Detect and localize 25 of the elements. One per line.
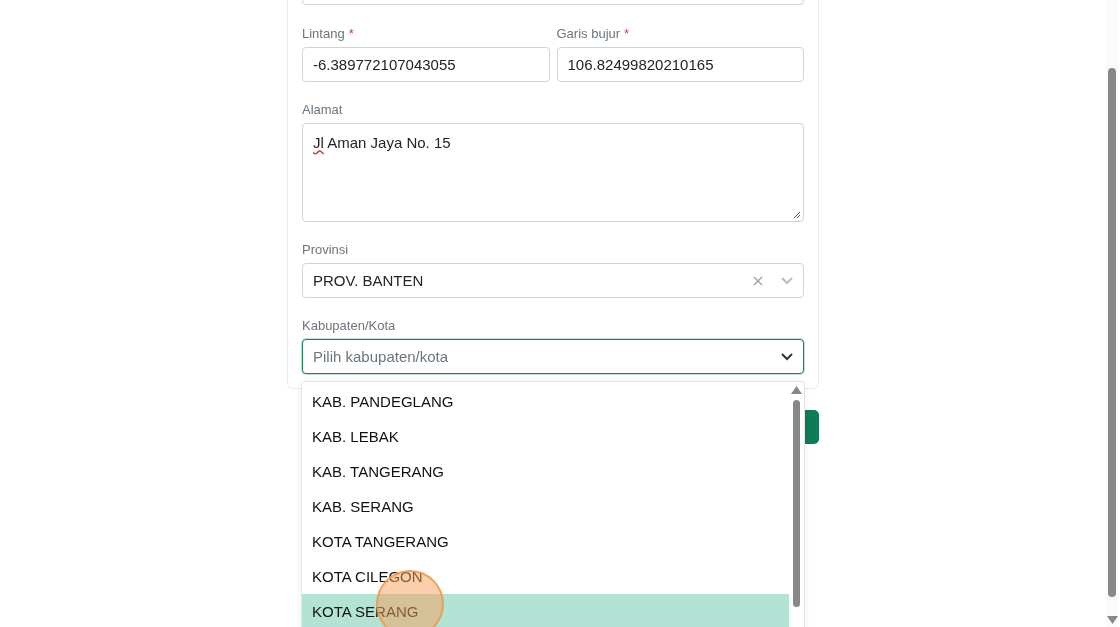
select-field[interactable]: Pilih kabupaten/kota [302, 339, 804, 374]
resize-handle-icon[interactable] [793, 211, 801, 219]
required-mark: * [624, 26, 630, 41]
dropdown-option[interactable]: KAB. LEBAK [302, 419, 789, 454]
page-scrollbar[interactable] [1106, 0, 1118, 627]
dropdown-option[interactable]: KAB. SERANG [302, 489, 789, 524]
required-mark: * [348, 26, 354, 41]
dropdown-option[interactable]: KAB. PANDEGLANG [302, 384, 789, 419]
clear-icon[interactable] [753, 275, 763, 286]
field-label: Lintang * [302, 26, 355, 41]
chevron-down-icon [781, 352, 793, 361]
text-field[interactable]: -6.389772107043055 [302, 47, 550, 82]
select-field[interactable]: PROV. BANTEN [302, 263, 804, 298]
text-field[interactable]: 106.82499820210165 [556, 47, 804, 82]
chevron-down-icon [781, 276, 793, 285]
address-textarea[interactable]: Jl Aman Jaya No. 15 [302, 123, 804, 222]
field-label: Alamat [302, 102, 344, 117]
dropdown-option[interactable]: KOTA SERANG [302, 594, 789, 627]
field-label: Garis bujur * [556, 26, 631, 41]
field-label: Kabupaten/Kota [302, 318, 397, 333]
field-label: Provinsi [302, 242, 350, 257]
scroll-up-icon[interactable] [791, 386, 802, 394]
dropdown-option[interactable]: KOTA TANGERANG [302, 524, 789, 559]
dropdown-option[interactable]: KAB. TANGERANG [302, 454, 789, 489]
scroll-down-icon[interactable] [1107, 616, 1118, 624]
